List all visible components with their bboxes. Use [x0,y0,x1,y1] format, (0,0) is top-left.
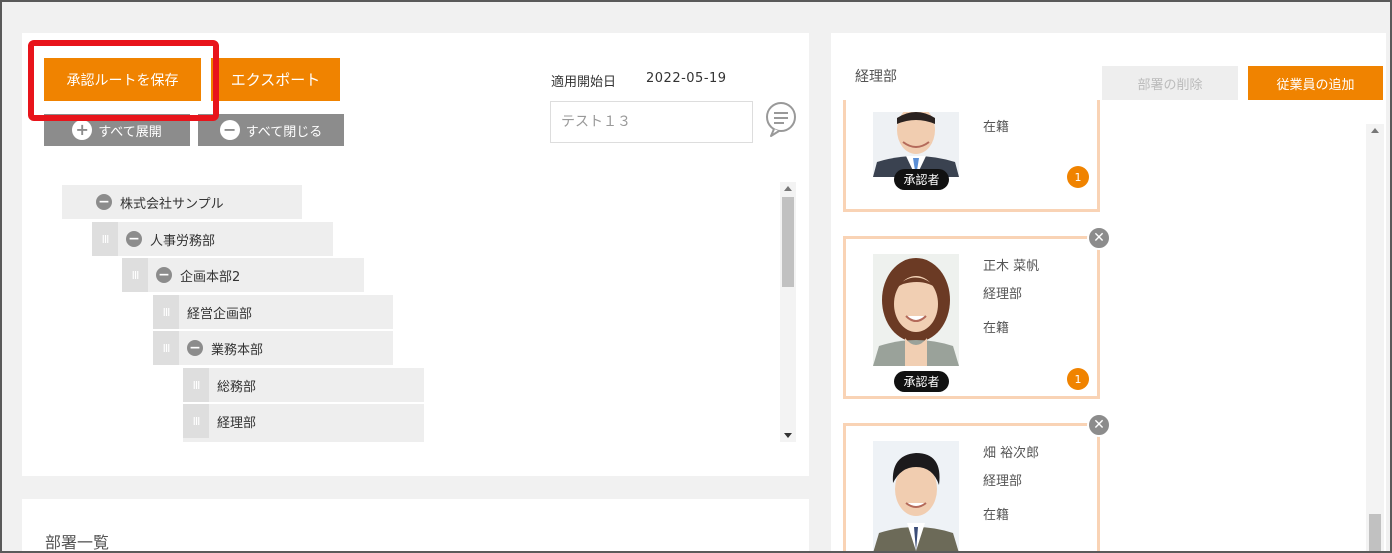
drag-handle-icon[interactable]: III [153,295,179,329]
scroll-up-icon[interactable] [784,186,792,191]
collapse-node-icon[interactable]: − [187,340,203,356]
drag-handle-icon[interactable]: III [153,331,179,365]
tree-node-label: 人事労務部 [150,233,216,249]
drag-handle-icon[interactable]: III [183,368,209,402]
scrollbar-thumb[interactable] [1369,514,1381,553]
tree-node-label: 企画本部2 [180,269,241,285]
tree-scrollbar[interactable] [780,182,796,442]
highlight-box [28,40,219,121]
tree-node-accounting[interactable]: III 経理部 [183,404,424,438]
collapse-node-icon[interactable]: − [156,267,172,283]
role-badge: 承認者 [894,169,949,190]
employee-scrollbar[interactable] [1366,124,1384,553]
tree-node-company[interactable]: − 株式会社サンプル [62,185,302,219]
tree-node-label: 総務部 [217,379,257,395]
tree-node-label: 株式会社サンプル [120,196,224,212]
tree-node-general-affairs[interactable]: III 総務部 [183,368,424,402]
employee-status: 在籍 [983,321,1010,336]
employee-card[interactable]: 承認者 1 正木 菜帆 経理部 在籍 [843,236,1100,399]
plus-icon: + [72,120,93,140]
tree-node-label: 経理部 [217,415,257,431]
drag-handle-icon[interactable]: III [183,404,209,438]
employee-photo [873,254,959,366]
tree-node-label: 経営企画部 [187,306,253,322]
close-icon[interactable]: ✕ [1087,226,1111,250]
start-date-label: 適用開始日 [551,75,617,90]
employee-card[interactable]: 畑 裕次郎 経理部 在籍 [843,423,1100,553]
expand-all-label: すべて展開 [98,124,162,140]
tree-node-management-planning[interactable]: III 経営企画部 [153,295,393,329]
employee-department: 経理部 [983,287,1023,302]
collapse-all-button[interactable]: − すべて閉じる [198,114,344,146]
add-employee-button[interactable]: 従業員の追加 [1248,66,1383,100]
collapse-all-label: すべて閉じる [245,124,323,140]
employee-name: 畑 裕次郎 [983,446,1040,461]
start-date-value[interactable]: 2022-05-19 [646,71,727,86]
employee-card[interactable]: 承認者 1 在籍 [843,100,1100,212]
order-badge: 1 [1067,368,1089,390]
drag-handle-icon[interactable]: III [122,258,148,292]
export-button[interactable]: エクスポート [211,58,340,101]
close-icon[interactable]: ✕ [1087,413,1111,437]
collapse-node-icon[interactable]: − [96,194,112,210]
collapse-node-icon[interactable]: − [126,231,142,247]
employee-department: 経理部 [983,474,1023,489]
scroll-down-icon[interactable] [784,433,792,438]
scroll-up-icon[interactable] [1371,128,1379,133]
department-title: 経理部 [855,69,897,85]
memo-icon[interactable] [764,101,798,137]
minus-icon: − [219,120,240,140]
employee-photo [873,112,959,177]
tree-node-partial [183,438,424,442]
employee-status: 在籍 [983,120,1010,135]
employee-photo [873,441,959,553]
department-list-panel [22,499,809,553]
order-badge: 1 [1067,166,1089,188]
tree-node-hr[interactable]: III − 人事労務部 [92,222,333,256]
role-badge: 承認者 [894,371,949,392]
delete-department-button[interactable]: 部署の削除 [1102,66,1238,100]
route-name-input[interactable] [550,101,753,143]
scrollbar-thumb[interactable] [782,197,794,287]
department-list-title: 部署一覧 [45,533,110,552]
tree-node-planning-hq[interactable]: III − 企画本部2 [122,258,364,292]
tree-node-label: 業務本部 [211,342,264,358]
employee-name: 正木 菜帆 [983,259,1040,274]
drag-handle-icon[interactable]: III [92,222,118,256]
employee-status: 在籍 [983,508,1010,523]
tree-node-operations-hq[interactable]: III − 業務本部 [153,331,393,365]
